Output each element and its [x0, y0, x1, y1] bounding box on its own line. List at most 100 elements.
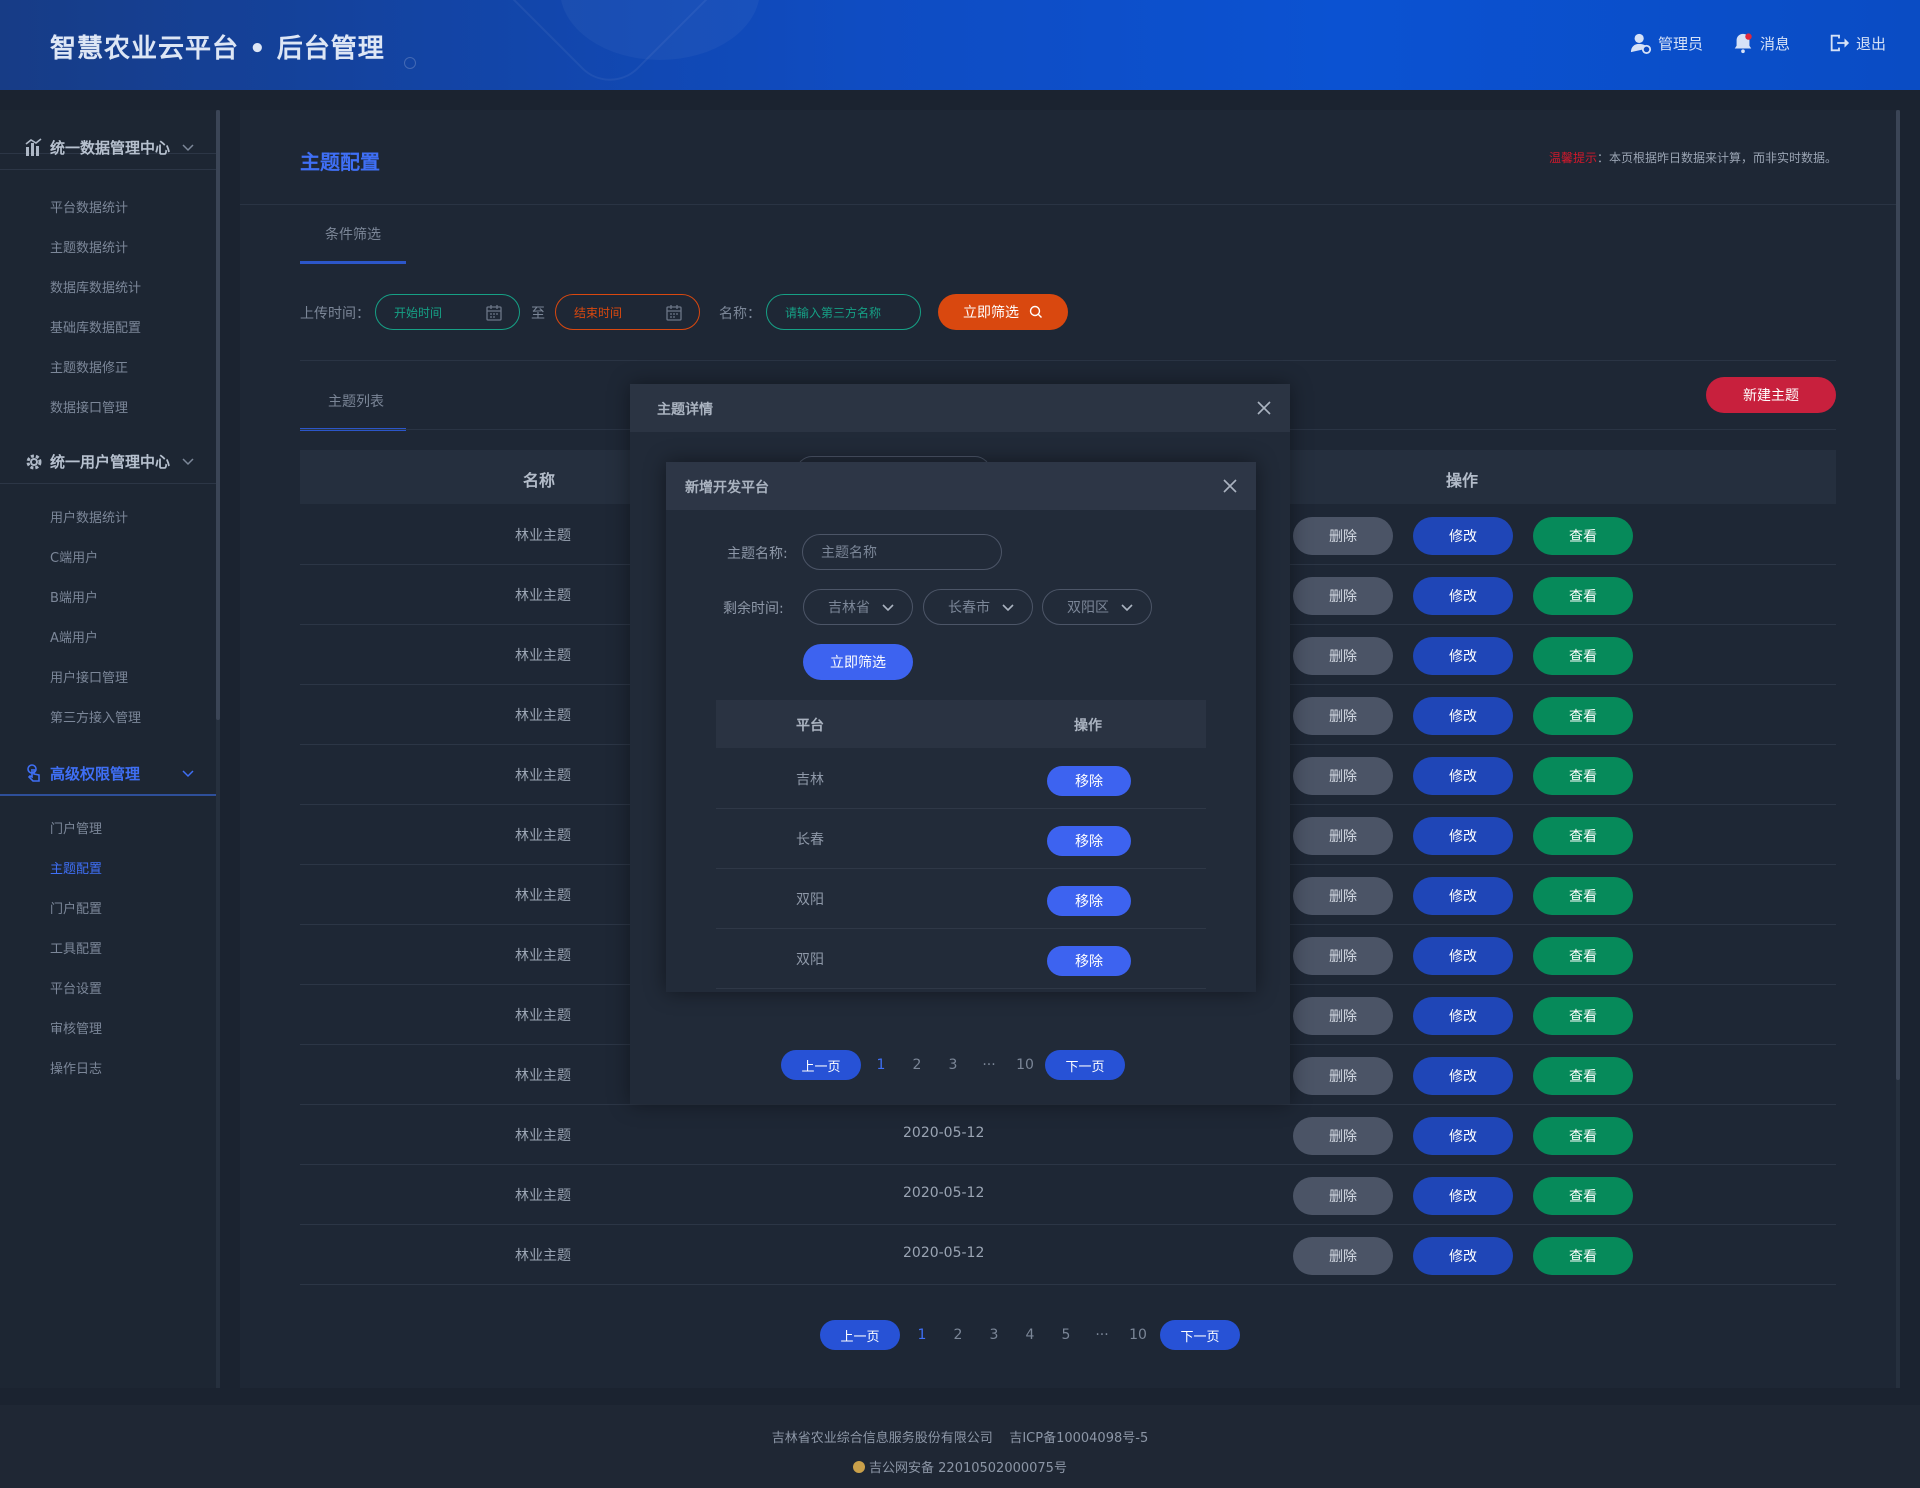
delete-button[interactable]: 删除: [1293, 577, 1393, 615]
sidebar-item-user-stats[interactable]: 用户数据统计: [50, 507, 128, 526]
delete-button[interactable]: 删除: [1293, 1057, 1393, 1095]
delete-button[interactable]: 删除: [1293, 1237, 1393, 1275]
page-number[interactable]: 1: [863, 1057, 899, 1073]
delete-button[interactable]: 删除: [1293, 937, 1393, 975]
sidebar-item-logs[interactable]: 操作日志: [50, 1058, 102, 1077]
view-button[interactable]: 查看: [1533, 1177, 1633, 1215]
view-button[interactable]: 查看: [1533, 1057, 1633, 1095]
delete-button[interactable]: 删除: [1293, 877, 1393, 915]
page-number[interactable]: 3: [935, 1057, 971, 1073]
view-button[interactable]: 查看: [1533, 697, 1633, 735]
view-button[interactable]: 查看: [1533, 757, 1633, 795]
sidebar-item-tool-config[interactable]: 工具配置: [50, 938, 102, 957]
footer-police[interactable]: 吉公网安备 22010502000075号: [869, 1461, 1067, 1476]
view-button[interactable]: 查看: [1533, 517, 1633, 555]
sidebar-item-user-api[interactable]: 用户接口管理: [50, 667, 128, 686]
page-number[interactable]: 3: [976, 1327, 1012, 1343]
page-number[interactable]: 10: [1007, 1057, 1043, 1073]
view-button[interactable]: 查看: [1533, 1117, 1633, 1155]
delete-button[interactable]: 删除: [1293, 1177, 1393, 1215]
edit-button[interactable]: 修改: [1413, 1057, 1513, 1095]
delete-button[interactable]: 删除: [1293, 997, 1393, 1035]
theme-name-input[interactable]: 主题名称: [802, 534, 1002, 570]
edit-button[interactable]: 修改: [1413, 817, 1513, 855]
sidebar-item-theme-fix[interactable]: 主题数据修正: [50, 357, 128, 376]
sidebar-group-user-center[interactable]: 统一用户管理中心: [0, 440, 216, 484]
end-date-input[interactable]: 结束时间: [555, 294, 700, 330]
admin-menu[interactable]: 管理员: [1630, 32, 1703, 54]
sidebar-item-review[interactable]: 审核管理: [50, 1018, 102, 1037]
edit-button[interactable]: 修改: [1413, 877, 1513, 915]
view-button[interactable]: 查看: [1533, 577, 1633, 615]
edit-button[interactable]: 修改: [1413, 1117, 1513, 1155]
remove-button[interactable]: 移除: [1047, 946, 1131, 976]
prev-page-button[interactable]: 上一页: [820, 1320, 900, 1350]
view-button[interactable]: 查看: [1533, 817, 1633, 855]
delete-button[interactable]: 删除: [1293, 817, 1393, 855]
tab-filter[interactable]: 条件筛选: [325, 224, 381, 244]
footer-icp[interactable]: 吉ICP备10004098号-5: [1009, 1431, 1148, 1446]
sidebar-item-third-party[interactable]: 第三方接入管理: [50, 707, 141, 726]
page-number[interactable]: 2: [940, 1327, 976, 1343]
filter-submit-button[interactable]: 立即筛选: [938, 294, 1068, 330]
page-number[interactable]: 4: [1012, 1327, 1048, 1343]
page-number[interactable]: 2: [899, 1057, 935, 1073]
edit-button[interactable]: 修改: [1413, 577, 1513, 615]
modal-next-page-button[interactable]: 下一页: [1045, 1050, 1125, 1080]
edit-button[interactable]: 修改: [1413, 697, 1513, 735]
start-date-input[interactable]: 开始时间: [375, 294, 520, 330]
view-button[interactable]: 查看: [1533, 1237, 1633, 1275]
name-input[interactable]: 请输入第三方名称: [766, 294, 921, 330]
edit-button[interactable]: 修改: [1413, 517, 1513, 555]
new-theme-button[interactable]: 新建主题: [1706, 377, 1836, 413]
messages-menu[interactable]: 消息: [1732, 32, 1790, 54]
sidebar-item-b-users[interactable]: B端用户: [50, 587, 98, 606]
edit-button[interactable]: 修改: [1413, 637, 1513, 675]
delete-button[interactable]: 删除: [1293, 1117, 1393, 1155]
edit-button[interactable]: 修改: [1413, 1177, 1513, 1215]
next-page-button[interactable]: 下一页: [1160, 1320, 1240, 1350]
sidebar-item-platform-settings[interactable]: 平台设置: [50, 978, 102, 997]
delete-button[interactable]: 删除: [1293, 637, 1393, 675]
province-select[interactable]: 吉林省: [803, 589, 913, 625]
edit-button[interactable]: 修改: [1413, 1237, 1513, 1275]
page-number[interactable]: 1: [904, 1327, 940, 1343]
remove-button[interactable]: 移除: [1047, 766, 1131, 796]
view-button[interactable]: 查看: [1533, 877, 1633, 915]
sidebar-group-permissions[interactable]: 高级权限管理: [0, 752, 216, 796]
sidebar-item-base-config[interactable]: 基础库数据配置: [50, 317, 141, 336]
main-scrollbar[interactable]: [1896, 110, 1900, 1388]
sidebar-scrollbar[interactable]: [216, 110, 220, 1388]
delete-button[interactable]: 删除: [1293, 697, 1393, 735]
edit-button[interactable]: 修改: [1413, 757, 1513, 795]
remove-button[interactable]: 移除: [1047, 886, 1131, 916]
delete-button[interactable]: 删除: [1293, 757, 1393, 795]
tab-theme-list[interactable]: 主题列表: [328, 391, 384, 411]
page-number[interactable]: 10: [1120, 1327, 1156, 1343]
city-select[interactable]: 长春市: [923, 589, 1033, 625]
sidebar-item-a-users[interactable]: A端用户: [50, 627, 98, 646]
edit-button[interactable]: 修改: [1413, 937, 1513, 975]
sidebar-item-platform-stats[interactable]: 平台数据统计: [50, 197, 128, 216]
delete-button[interactable]: 删除: [1293, 517, 1393, 555]
sidebar-item-c-users[interactable]: C端用户: [50, 547, 98, 566]
remove-button[interactable]: 移除: [1047, 826, 1131, 856]
view-button[interactable]: 查看: [1533, 937, 1633, 975]
edit-button[interactable]: 修改: [1413, 997, 1513, 1035]
page-number[interactable]: 5: [1048, 1327, 1084, 1343]
scrollbar-thumb[interactable]: [1896, 110, 1900, 1080]
sidebar-item-portal-mgmt[interactable]: 门户管理: [50, 818, 102, 837]
modal-prev-page-button[interactable]: 上一页: [781, 1050, 861, 1080]
district-select[interactable]: 双阳区: [1042, 589, 1152, 625]
sidebar-group-data-center[interactable]: 统一数据管理中心: [0, 126, 216, 170]
scrollbar-thumb[interactable]: [216, 110, 220, 720]
sidebar-item-theme-config[interactable]: 主题配置: [50, 858, 102, 877]
sidebar-item-portal-config[interactable]: 门户配置: [50, 898, 102, 917]
close-icon[interactable]: [1222, 478, 1238, 494]
sidebar-item-theme-stats[interactable]: 主题数据统计: [50, 237, 128, 256]
close-icon[interactable]: [1256, 400, 1272, 416]
view-button[interactable]: 查看: [1533, 637, 1633, 675]
view-button[interactable]: 查看: [1533, 997, 1633, 1035]
sidebar-item-data-api[interactable]: 数据接口管理: [50, 397, 128, 416]
modal-filter-button[interactable]: 立即筛选: [803, 644, 913, 680]
